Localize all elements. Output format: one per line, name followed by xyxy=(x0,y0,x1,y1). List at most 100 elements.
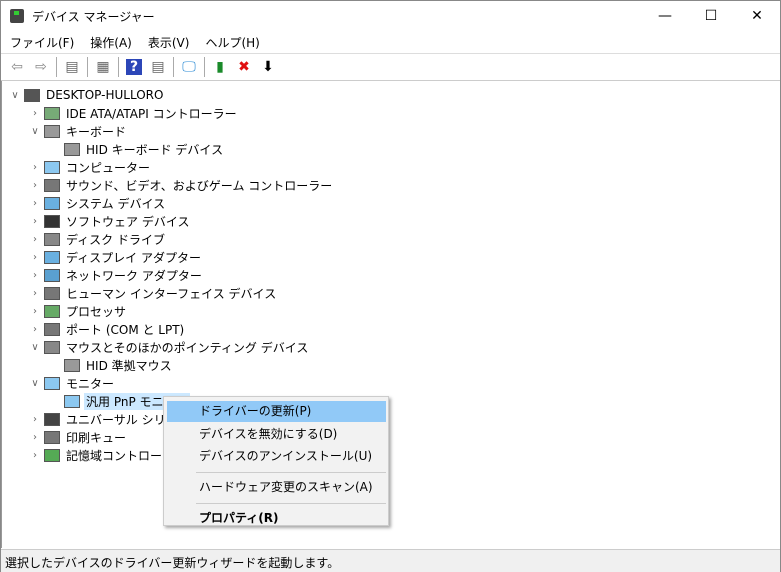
device-category-icon xyxy=(44,250,60,264)
context-menu-item[interactable]: デバイスを無効にする(D) xyxy=(167,424,386,445)
tree-item[interactable]: ∨ マウスとそのほかのポインティング デバイス xyxy=(28,338,310,356)
uninstall-button[interactable]: ✖ xyxy=(234,57,254,77)
context-menu: ドライバーの更新(P) デバイスを無効にする(D) デバイスのアンインストール(U)… xyxy=(163,396,389,526)
tree-item-label: マウスとそのほかのポインティング デバイス xyxy=(66,340,309,355)
minimize-button[interactable]: — xyxy=(642,1,688,31)
tree-item-label: HID 準拠マウス xyxy=(86,358,172,373)
tree-item-label: DESKTOP-HULLORO xyxy=(46,88,164,102)
action-pane-button[interactable]: ▤ xyxy=(148,57,168,77)
expand-toggle-icon[interactable]: › xyxy=(28,306,42,317)
expand-toggle-icon[interactable]: › xyxy=(28,432,42,443)
close-button[interactable]: ✕ xyxy=(734,1,780,31)
forward-button[interactable]: ⇨ xyxy=(31,57,51,77)
device-category-icon xyxy=(64,358,80,372)
device-category-icon xyxy=(44,286,60,300)
tree-item-label: ソフトウェア デバイス xyxy=(66,214,190,229)
expand-toggle-icon[interactable]: › xyxy=(28,108,42,119)
menu-separator xyxy=(196,503,386,504)
tree-item[interactable]: › 印刷キュー xyxy=(28,428,128,446)
device-category-icon xyxy=(44,322,60,336)
update-driver-button[interactable]: ▮ xyxy=(210,57,230,77)
expand-toggle-icon[interactable]: › xyxy=(28,198,42,209)
menu-item[interactable]: 表示(V) xyxy=(141,34,197,51)
expand-toggle-icon[interactable]: › xyxy=(28,288,42,299)
tree-item[interactable]: › IDE ATA/ATAPI コントローラー xyxy=(28,104,239,122)
device-category-icon xyxy=(44,430,60,444)
context-menu-item[interactable]: デバイスのアンインストール(U) xyxy=(167,446,386,467)
expand-toggle-icon[interactable]: ∨ xyxy=(28,342,42,353)
tree-item-label: ヒューマン インターフェイス デバイス xyxy=(66,286,277,301)
tree-item[interactable]: ∨ DESKTOP-HULLORO xyxy=(8,86,165,104)
context-menu-item[interactable]: プロパティ(R) xyxy=(167,508,386,529)
device-category-icon xyxy=(44,196,60,210)
tree-item-label: コンピューター xyxy=(66,160,151,175)
tree-item-label: HID キーボード デバイス xyxy=(86,142,224,157)
tree-item[interactable]: ∨ キーボード xyxy=(28,122,128,140)
device-category-icon xyxy=(64,394,80,408)
device-category-icon xyxy=(64,142,80,156)
tree-item[interactable]: › ポート (COM と LPT) xyxy=(28,320,186,338)
tree-item-label: ポート (COM と LPT) xyxy=(66,322,185,337)
menu-item[interactable]: ヘルプ(H) xyxy=(198,34,266,51)
tree-item[interactable]: › ディスプレイ アダプター xyxy=(28,248,203,266)
context-menu-item[interactable]: ハードウェア変更のスキャン(A) xyxy=(167,477,386,498)
tree-item[interactable]: › サウンド、ビデオ、およびゲーム コントローラー xyxy=(28,176,334,194)
device-category-icon xyxy=(44,376,60,390)
toolbar-separator xyxy=(173,57,174,77)
device-category-icon xyxy=(44,160,60,174)
tree-item[interactable]: HID キーボード デバイス xyxy=(48,140,225,158)
window-title: デバイス マネージャー xyxy=(32,9,155,24)
tree-item[interactable]: › ネットワーク アダプター xyxy=(28,266,204,284)
menu-item[interactable]: 操作(A) xyxy=(83,34,139,51)
action-pane-icon: ▤ xyxy=(151,59,165,75)
tree-item[interactable]: ∨ モニター xyxy=(28,374,116,392)
tree-item[interactable]: › プロセッサ xyxy=(28,302,128,320)
scan-hardware-button[interactable]: 🖵 xyxy=(179,57,199,77)
device-category-icon xyxy=(44,268,60,282)
expand-toggle-icon[interactable]: › xyxy=(28,234,42,245)
expand-toggle-icon[interactable]: › xyxy=(28,216,42,227)
device-category-icon xyxy=(44,106,60,120)
download-button[interactable]: ⬇ xyxy=(258,57,278,77)
device-category-icon xyxy=(44,178,60,192)
toolbar: ⇦ ⇨ ▤ ▦? ▤ 🖵 ▮ ✖ ⬇ xyxy=(1,54,780,81)
context-menu-item[interactable]: ドライバーの更新(P) xyxy=(167,401,386,422)
properties-button[interactable]: ▦ xyxy=(93,57,113,77)
help-button[interactable]: ? xyxy=(124,57,144,77)
expand-toggle-icon[interactable]: ∨ xyxy=(8,90,22,101)
back-icon: ⇦ xyxy=(11,59,23,75)
device-category-icon xyxy=(44,340,60,354)
expand-toggle-icon[interactable]: › xyxy=(28,162,42,173)
device-manager-icon xyxy=(10,9,24,23)
tree-item[interactable]: › ヒューマン インターフェイス デバイス xyxy=(28,284,278,302)
status-bar: 選択したデバイスのドライバー更新ウィザードを起動します。 xyxy=(1,549,780,572)
device-tree: ∨ DESKTOP-HULLORO › IDE ATA/ATAPI コントローラー ∨ キ… xyxy=(1,81,780,548)
menu-item[interactable]: ファイル(F) xyxy=(3,34,81,51)
expand-toggle-icon[interactable]: › xyxy=(28,324,42,335)
tree-item-label: ディスプレイ アダプター xyxy=(66,250,201,265)
title-bar: デバイス マネージャー — ☐ ✕ xyxy=(1,1,780,31)
expand-toggle-icon[interactable]: › xyxy=(28,180,42,191)
tree-item[interactable]: › システム デバイス xyxy=(28,194,167,212)
menu-separator xyxy=(196,472,386,473)
expand-toggle-icon[interactable]: ∨ xyxy=(28,126,42,137)
tree-item-label: 印刷キュー xyxy=(66,430,127,445)
expand-toggle-icon[interactable]: › xyxy=(28,270,42,281)
expand-toggle-icon[interactable]: › xyxy=(28,414,42,425)
tree-item[interactable]: › コンピューター xyxy=(28,158,152,176)
tree-item-label: ディスク ドライブ xyxy=(66,232,165,247)
console-tree-button[interactable]: ▤ xyxy=(62,57,82,77)
device-category-icon xyxy=(44,214,60,228)
tree-item-label: プロセッサ xyxy=(66,304,127,319)
expand-toggle-icon[interactable]: › xyxy=(28,450,42,461)
tree-item[interactable]: › ソフトウェア デバイス xyxy=(28,212,191,230)
back-button[interactable]: ⇦ xyxy=(7,57,27,77)
help-icon: ? xyxy=(125,59,143,75)
device-category-icon xyxy=(44,304,60,318)
expand-toggle-icon[interactable]: ∨ xyxy=(28,378,42,389)
tree-item[interactable]: › ディスク ドライブ xyxy=(28,230,167,248)
maximize-button[interactable]: ☐ xyxy=(688,1,734,31)
expand-toggle-icon[interactable]: › xyxy=(28,252,42,263)
tree-item-label: キーボード xyxy=(66,124,127,139)
tree-item[interactable]: HID 準拠マウス xyxy=(48,356,174,374)
